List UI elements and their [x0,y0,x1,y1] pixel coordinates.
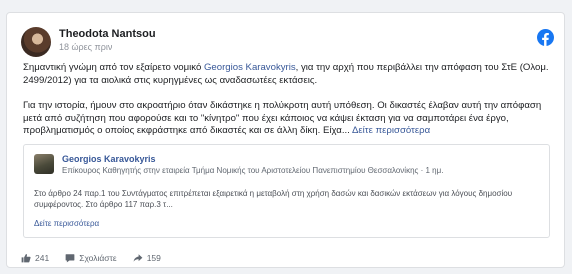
comment-action[interactable]: Σχολιάστε [65,253,117,263]
shared-author-subtitle: Επίκουρος Καθηγητής στην εταιρεία Τμήμα … [62,166,444,175]
post-text-1a: Σημαντική γνώμη από τον εξαίρετο νομικό [23,62,204,73]
post-text-paragraph-2: Για την ιστορία, ήμουν στο ακροατήριο ότ… [23,100,553,138]
author-name[interactable]: Theodota Nantsou [59,28,156,40]
like-count: 241 [35,253,50,263]
comment-icon [65,254,75,263]
share-icon [133,254,143,262]
share-action[interactable]: 159 [133,253,161,263]
author-avatar[interactable] [21,27,51,57]
shared-author-avatar[interactable] [34,154,54,174]
shared-see-more-link[interactable]: Δείτε περισσότερα [34,219,99,228]
see-more-link[interactable]: Δείτε περισσότερα [352,125,430,136]
mention-link[interactable]: Georgios Karavokyris [204,62,296,73]
post-timestamp[interactable]: 18 ώρες πριν [59,42,112,52]
like-action[interactable]: 241 [21,253,49,263]
shared-post[interactable]: Georgios Karavokyris Επίκουρος Καθηγητής… [23,144,550,238]
post-text-2: Για την ιστορία, ήμουν στο ακροατήριο ότ… [23,100,542,136]
post-text-paragraph-1: Σημαντική γνώμη από τον εξαίρετο νομικό … [23,62,553,87]
shared-post-text: Στο άρθρο 24 παρ.1 του Συντάγματος επιτρ… [34,189,513,209]
facebook-post-card: Theodota Nantsou 18 ώρες πριν Σημαντική … [6,12,565,268]
shared-author-name[interactable]: Georgios Karavokyris [62,154,156,164]
thumbs-up-icon [21,253,31,263]
share-count: 159 [146,253,161,263]
comment-label: Σχολιάστε [79,253,117,263]
facebook-icon[interactable] [537,29,554,46]
post-actions: 241 Σχολιάστε 159 [21,253,177,263]
